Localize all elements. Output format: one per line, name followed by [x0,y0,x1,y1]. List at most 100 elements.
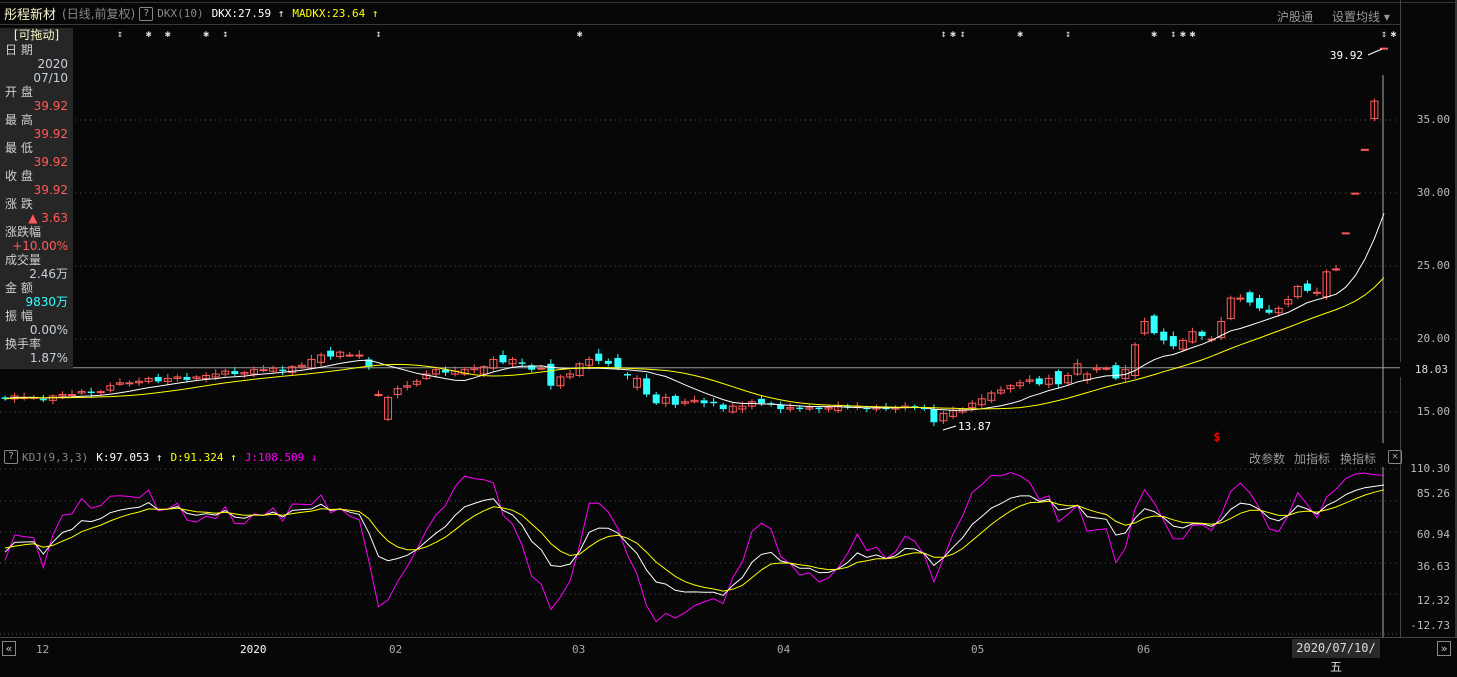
candle [680,398,689,406]
candle-body [327,350,335,357]
dkx-line [4,213,1385,411]
candle [547,359,555,390]
candle [633,375,642,391]
switch-indicator-button[interactable]: 换指标 [1340,450,1376,467]
close-indicator-button[interactable]: ✕ [1388,450,1402,464]
scroll-left-button[interactable]: « [2,641,16,656]
candle [173,374,182,382]
candle [48,394,57,405]
candle [1198,329,1206,341]
candle [1178,337,1187,352]
info-value: 39.92 [33,99,68,113]
info-value: 2.46万 [29,267,68,281]
candle [1226,295,1235,321]
candle-body [1246,292,1254,303]
candle [777,401,785,414]
candle [1016,379,1025,389]
candle [1063,372,1072,386]
kdj-d-value: D:91.324 ↑ [170,450,237,464]
candle [460,367,469,376]
candle [470,364,479,374]
candle [231,367,239,376]
info-value: 9830万 [25,295,68,309]
kdj-name[interactable]: KDJ(9,3,3) [22,451,88,464]
signal-marker: ↕ [117,29,123,40]
candle [96,389,105,395]
candle-body [710,401,718,404]
kdj-tick: 12.32 [1416,594,1450,607]
scroll-right-button[interactable]: » [1437,641,1451,656]
candle [1322,269,1331,300]
signal-marker: ✱ [165,29,171,40]
candle [1293,284,1302,300]
candle [977,394,986,408]
candle [671,394,679,408]
kdj-chart[interactable] [0,467,1400,637]
candle [1035,375,1043,387]
signal-marker: ✱ [950,29,956,40]
candle [1341,232,1350,235]
info-label: 金 额 [5,281,33,295]
candle [939,410,948,424]
kdj-help-button[interactable]: ? [4,450,18,464]
candle [786,402,795,413]
info-panel[interactable]: [可拖动] 日 期 2020 07/10 开 盘 39.92 最 高 39.92 最 低 39.… [0,28,73,368]
info-label: 涨 跌 [5,197,33,211]
candle-body [1256,298,1264,309]
kdj-j-line [4,472,1385,623]
date-tick: 05 [971,643,985,656]
candle [1284,295,1293,308]
candlestick-chart[interactable]: ↕ ✱ ✱ ✱ ↕ ↕ ✱ ↕ ✱ ↕ ✱ ↕ ✱ ↕ ✱ ✱ ↕ ✱39.9213.87$ [0,25,1400,443]
info-label: 涨跌幅 [5,225,42,239]
candle-body [1332,268,1341,271]
candle-body [96,391,105,394]
date-tick: 2020 [240,643,267,656]
candle [1236,294,1245,303]
candle [1025,375,1034,384]
candle-body [154,376,162,382]
indicator-name[interactable]: DKX(10) [157,7,203,20]
candle-body [1035,378,1043,385]
candle [528,363,536,373]
candle [575,362,584,378]
signal-marker: ↕ [375,29,381,40]
candle [221,368,230,377]
candle [68,389,77,397]
candle [623,372,631,380]
candle [144,376,153,384]
change-params-button[interactable]: 改参数 [1249,450,1285,467]
kdj-tick: 110.30 [1410,462,1450,475]
signal-marker: ↕ [940,29,946,40]
candle [690,395,699,404]
candle [1303,280,1311,293]
candle [891,405,900,414]
candle [499,350,507,365]
candle-body [1198,331,1206,337]
candle [489,356,498,371]
candle-body [68,393,77,396]
candle [652,391,660,405]
candle [1092,364,1101,373]
candle-body [87,391,95,394]
candle [1102,366,1111,371]
buy-signal-marker: $ [1213,430,1220,443]
candle-body [671,395,679,405]
candle [393,385,402,399]
period-label[interactable]: (日线,前复权) [62,5,135,22]
candle-body [355,354,364,357]
add-indicator-button[interactable]: 加指标 [1294,450,1330,467]
help-button[interactable]: ? [139,6,154,21]
candle [336,350,345,360]
candle [556,374,565,389]
madkx-value: MADKX:23.64 ↑ [292,7,379,20]
candle [288,364,297,376]
drag-handle[interactable]: [可拖动] [0,28,73,43]
hsgt-button[interactable]: 沪股通 [1277,8,1313,25]
candle [1332,264,1341,272]
info-label: 开 盘 [5,85,33,99]
dkx-value: DKX:27.59 ↑ [211,7,285,20]
info-value: 1.87% [29,351,68,365]
candle [1044,374,1053,389]
set-ma-button[interactable]: 设置均线 ▾ [1332,8,1390,25]
info-label: 成交量 [5,253,42,267]
